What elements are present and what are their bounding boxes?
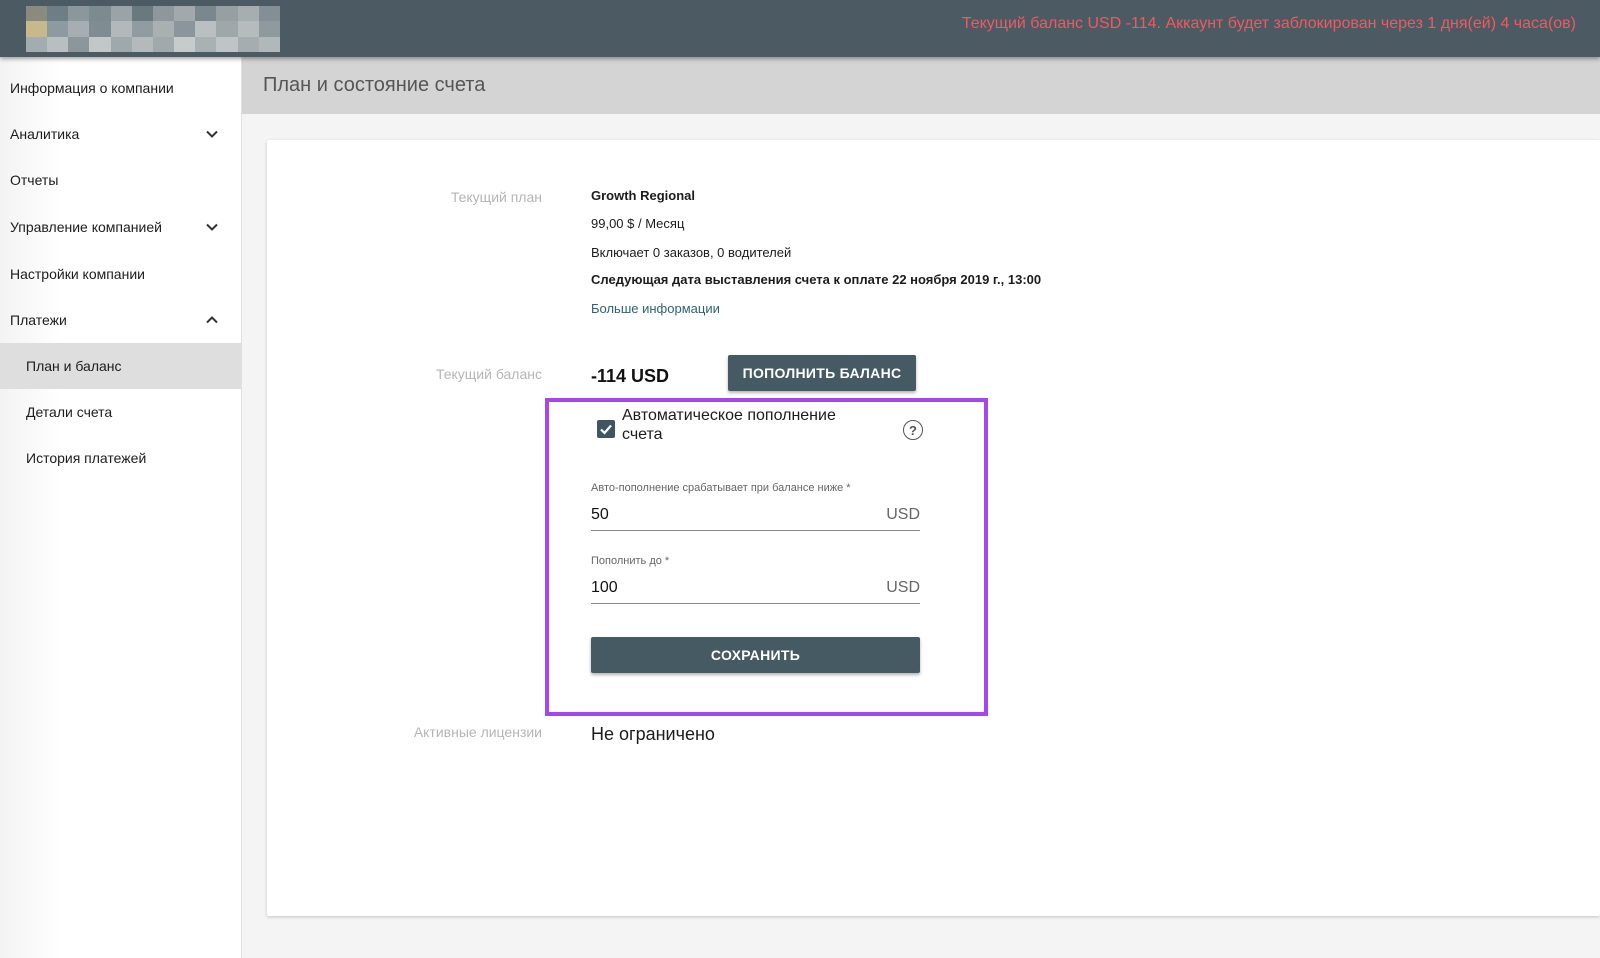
logo-pixel (258, 21, 280, 37)
target-value: 100 (591, 579, 618, 596)
sidebar-item-account-details[interactable]: Детали счета (0, 389, 241, 435)
auto-topup-label-line2: счета (622, 426, 663, 443)
sidebar-item-payments[interactable]: Платежи (0, 297, 241, 343)
logo-pixel (47, 21, 69, 37)
logo-pixel (26, 6, 48, 22)
sidebar-item-label: Платежи (10, 312, 67, 328)
current-balance-value: -114 USD (591, 366, 670, 386)
logo-pixel (89, 36, 111, 52)
sidebar-item-reports[interactable]: Отчеты (0, 157, 241, 203)
top-bar: Текущий баланс USD -114. Аккаунт будет з… (0, 0, 1600, 57)
sidebar-item-payment-history[interactable]: История платежей (0, 435, 241, 481)
logo-pixel (89, 6, 111, 22)
target-unit: USD (886, 579, 920, 596)
logo-pixel (195, 36, 217, 52)
logo-pixel (47, 36, 69, 52)
active-licenses-value: Не ограничено (591, 724, 715, 744)
current-balance-label: Текущий баланс (435, 366, 542, 382)
logo-pixel (174, 6, 196, 22)
auto-topup-checkbox[interactable] (597, 420, 615, 438)
page-header: План и состояние счета (241, 57, 1600, 114)
logo-pixel (47, 6, 69, 22)
checkmark-icon (600, 424, 612, 435)
sidebar-item-label: Аналитика (10, 126, 80, 142)
logo-pixel (174, 21, 196, 37)
plan-price: 99,00 $ / Месяц (591, 216, 685, 231)
logo-pixel (195, 21, 217, 37)
sidebar-item-label: История платежей (26, 450, 147, 466)
help-icon[interactable]: ? (903, 420, 923, 440)
logo-pixel (68, 6, 90, 22)
more-info-link[interactable]: Больше информации (591, 301, 720, 316)
logo-pixel (110, 6, 132, 22)
save-button[interactable]: СОХРАНИТЬ (591, 637, 920, 673)
logo-pixel (216, 6, 238, 22)
target-input[interactable]: 100 USD (591, 575, 920, 604)
active-licenses-label: Активные лицензии (413, 724, 542, 740)
sidebar: Информация о компании Аналитика Отчеты У… (0, 57, 242, 958)
logo-pixel (131, 36, 153, 52)
logo-pixel (152, 21, 175, 37)
current-plan-label: Текущий план (450, 189, 542, 205)
plan-name: Growth Regional (591, 188, 695, 203)
logo-pixel (216, 36, 238, 52)
top-up-balance-button[interactable]: ПОПОЛНИТЬ БАЛАНС (728, 355, 916, 391)
logo-pixel (152, 36, 175, 52)
sidebar-item-company-settings[interactable]: Настройки компании (0, 251, 241, 297)
sidebar-item-label: Настройки компании (10, 266, 145, 282)
logo-pixel (237, 6, 259, 22)
logo-pixel (131, 6, 153, 22)
logo-pixel (89, 21, 111, 37)
logo-pixel (110, 36, 132, 52)
sidebar-item-analytics[interactable]: Аналитика (0, 111, 241, 157)
threshold-field-label: Авто-пополнение срабатывает при балансе … (591, 482, 851, 494)
logo-pixel (152, 6, 175, 22)
logo-pixel (131, 21, 153, 37)
logo-pixel (195, 6, 217, 22)
logo-pixel (258, 36, 280, 52)
logo-pixel (216, 21, 238, 37)
chevron-up-icon (206, 316, 218, 324)
auto-topup-label-line1: Автоматическое пополнение (622, 407, 836, 424)
sidebar-item-label: План и баланс (26, 358, 122, 374)
page-title: План и состояние счета (263, 74, 486, 96)
chevron-down-icon (206, 223, 218, 231)
logo-pixel (68, 21, 90, 37)
sidebar-item-company-info[interactable]: Информация о компании (0, 65, 241, 111)
logo-pixel (26, 36, 48, 52)
sidebar-item-plan-and-balance[interactable]: План и баланс (0, 343, 241, 389)
sidebar-item-label: Информация о компании (10, 80, 174, 96)
target-field-label: Пополнить до * (591, 555, 670, 567)
sidebar-item-label: Детали счета (26, 404, 113, 420)
sidebar-item-label: Отчеты (10, 172, 59, 188)
logo-pixel (68, 36, 90, 52)
chevron-down-icon (206, 130, 218, 138)
balance-warning-alert: Текущий баланс USD -114. Аккаунт будет з… (961, 15, 1576, 32)
sidebar-item-label: Управление компанией (10, 219, 162, 235)
threshold-unit: USD (886, 506, 920, 523)
sidebar-item-company-management[interactable]: Управление компанией (0, 204, 241, 250)
logo-pixel (174, 36, 196, 52)
plan-includes: Включает 0 заказов, 0 водителей (591, 245, 792, 260)
company-logo[interactable] (26, 6, 280, 52)
logo-pixel (26, 21, 48, 37)
next-billing-date: Следующая дата выставления счета к оплат… (591, 272, 1042, 287)
logo-pixel (110, 21, 132, 37)
threshold-input[interactable]: 50 USD (591, 502, 920, 531)
logo-pixel (258, 6, 280, 22)
threshold-value: 50 (591, 506, 609, 523)
logo-pixel (237, 21, 259, 37)
logo-pixel (237, 36, 259, 52)
